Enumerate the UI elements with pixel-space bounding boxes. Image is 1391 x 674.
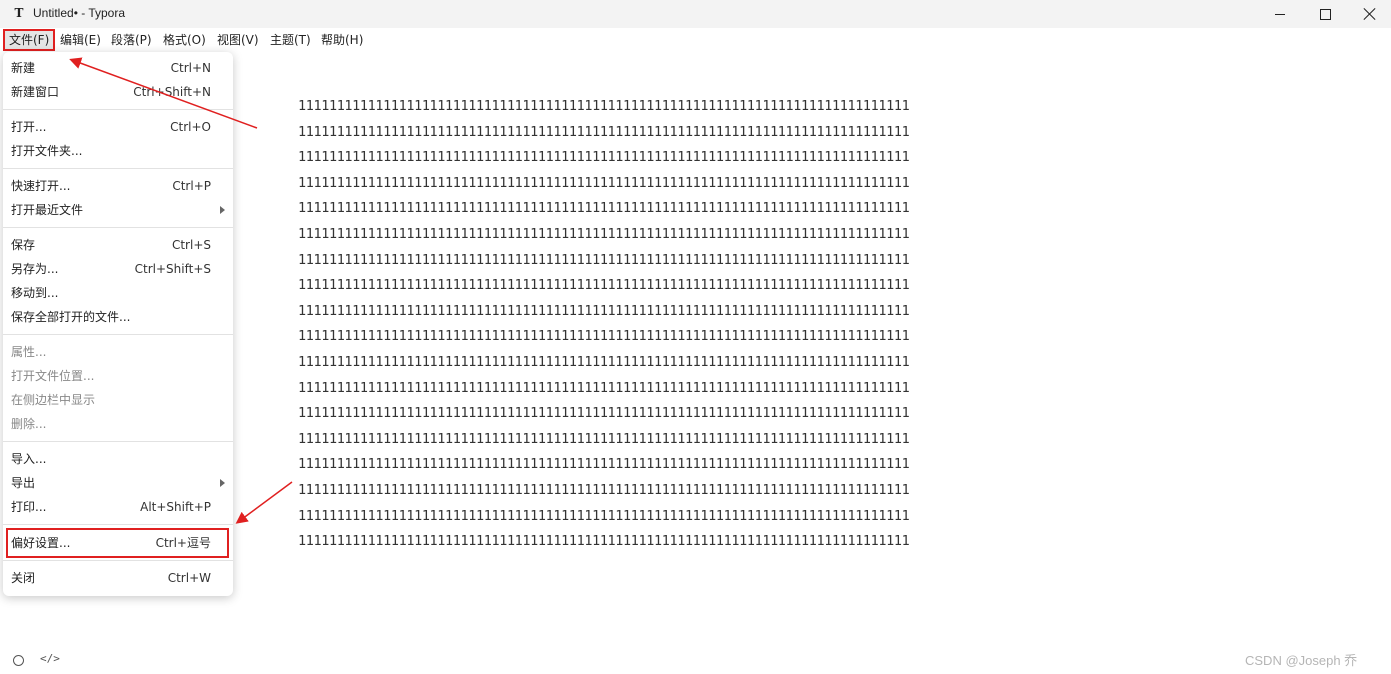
menu-item-label: 保存 [11,238,36,252]
menu-item-close[interactable]: 关闭 Ctrl+W [3,566,233,590]
submenu-arrow-icon [220,479,225,487]
menu-item-label: 新建 [11,61,36,75]
menu-separator [3,109,233,110]
menu-help[interactable]: 帮助(H) [317,31,367,49]
menu-item-shortcut: Ctrl+O [170,120,211,134]
minimize-button[interactable] [1257,0,1303,28]
menu-item-shortcut: Alt+Shift+P [140,500,211,514]
menu-item-open-folder[interactable]: 打开文件夹... [3,139,233,163]
minimize-icon [1275,13,1285,15]
menu-item-label: 打开最近文件 [11,203,84,217]
menu-separator [3,524,233,525]
status-bar: </> CSDN @Joseph 乔 [0,646,1391,674]
arrow-to-preferences [235,481,293,524]
menu-item-print[interactable]: 打印... Alt+Shift+P [3,495,233,519]
paragraph-line[interactable]: 1111111111111111111111111111111111111111… [298,171,1114,197]
menu-item-shortcut: Ctrl+S [171,238,211,252]
menu-item-reveal-in-sidebar: 在侧边栏中显示 [3,388,233,412]
menu-item-properties: 属性... [3,340,233,364]
menu-item-label: 删除... [11,417,47,431]
menu-item-save-all[interactable]: 保存全部打开的文件... [3,305,233,329]
paragraph-line[interactable]: 1111111111111111111111111111111111111111… [298,299,1114,325]
menu-format[interactable]: 格式(O) [159,31,210,49]
menu-item-open[interactable]: 打开... Ctrl+O [3,115,233,139]
paragraph-line[interactable]: 1111111111111111111111111111111111111111… [298,196,1114,222]
menu-item-label: 移动到... [11,286,59,300]
menu-view[interactable]: 视图(V) [213,31,263,49]
menu-item-open-recent[interactable]: 打开最近文件 [3,198,233,222]
menu-item-label: 属性... [11,345,47,359]
menu-item-label: 打开文件位置... [11,369,95,383]
menu-item-label: 另存为... [11,262,59,276]
source-code-toggle-icon[interactable]: </> [40,652,60,665]
menu-item-label: 关闭 [11,571,36,585]
menu-item-label: 导出 [11,476,36,490]
menu-separator [3,334,233,335]
menu-item-shortcut: Ctrl+Shift+S [134,262,211,276]
menu-item-new-window[interactable]: 新建窗口 Ctrl+Shift+N [3,80,233,104]
menu-paragraph[interactable]: 段落(P) [107,31,156,49]
menu-item-shortcut: Ctrl+P [172,179,211,193]
menu-theme[interactable]: 主题(T) [266,31,315,49]
menu-item-save[interactable]: 保存 Ctrl+S [3,233,233,257]
paragraph-line[interactable]: 1111111111111111111111111111111111111111… [298,222,1114,248]
editor-content[interactable]: 1111111111111111111111111111111111111111… [298,94,1118,555]
paragraph-line[interactable]: 1111111111111111111111111111111111111111… [298,350,1114,376]
menu-item-export[interactable]: 导出 [3,471,233,495]
paragraph-line[interactable]: 1111111111111111111111111111111111111111… [298,478,1114,504]
menu-item-save-as[interactable]: 另存为... Ctrl+Shift+S [3,257,233,281]
menu-item-label: 新建窗口 [11,85,60,99]
menu-item-label: 快速打开... [11,179,71,193]
paragraph-line[interactable]: 1111111111111111111111111111111111111111… [298,427,1114,453]
paragraph-line[interactable]: 1111111111111111111111111111111111111111… [298,273,1114,299]
close-button[interactable] [1347,0,1391,28]
menu-separator [3,441,233,442]
maximize-button[interactable] [1302,0,1348,28]
title-bar: T Untitled• - Typora [0,0,1391,28]
menu-item-shortcut: Ctrl+Shift+N [133,85,211,99]
menu-item-shortcut: Ctrl+W [167,571,211,585]
paragraph-line[interactable]: 1111111111111111111111111111111111111111… [298,452,1114,478]
menu-item-import[interactable]: 导入... [3,447,233,471]
typora-app-icon: T [14,6,24,20]
menu-item-label: 打印... [11,500,47,514]
menu-file[interactable]: 文件(F) [2,29,56,51]
menu-item-quick-open[interactable]: 快速打开... Ctrl+P [3,174,233,198]
paragraph-line[interactable]: 1111111111111111111111111111111111111111… [298,324,1114,350]
menu-item-label: 打开... [11,120,47,134]
file-dropdown-menu: 新建 Ctrl+N 新建窗口 Ctrl+Shift+N 打开... Ctrl+O… [3,52,233,596]
paragraph-line[interactable]: 1111111111111111111111111111111111111111… [298,504,1114,530]
menu-item-label: 保存全部打开的文件... [11,310,131,324]
paragraph-line[interactable]: 1111111111111111111111111111111111111111… [298,120,1114,146]
paragraph-line[interactable]: 1111111111111111111111111111111111111111… [298,248,1114,274]
window-title: Untitled• - Typora [33,6,126,20]
maximize-icon [1319,8,1331,20]
menu-separator [3,168,233,169]
paragraph-line[interactable]: 1111111111111111111111111111111111111111… [298,94,1114,120]
menu-item-move-to[interactable]: 移动到... [3,281,233,305]
menu-item-shortcut: Ctrl+N [170,61,211,75]
close-icon [1364,8,1376,20]
paragraph-line[interactable]: 1111111111111111111111111111111111111111… [298,401,1114,427]
menu-item-new[interactable]: 新建 Ctrl+N [3,56,233,80]
outline-toggle-icon[interactable] [13,655,24,666]
paragraph-line[interactable]: 1111111111111111111111111111111111111111… [298,376,1114,402]
submenu-arrow-icon [220,206,225,214]
menu-separator [3,227,233,228]
menu-edit[interactable]: 编辑(E) [56,31,105,49]
menu-item-open-file-location: 打开文件位置... [3,364,233,388]
paragraph-line[interactable]: 1111111111111111111111111111111111111111… [298,145,1114,171]
paragraph-line[interactable]: 1111111111111111111111111111111111111111… [298,529,1114,555]
menu-item-label: 导入... [11,452,47,466]
menu-item-delete: 删除... [3,412,233,436]
preferences-highlight-box [6,528,229,558]
menu-item-label: 打开文件夹... [11,144,83,158]
menu-separator [3,560,233,561]
menu-item-label: 在侧边栏中显示 [11,393,96,407]
watermark: CSDN @Joseph 乔 [1245,653,1358,668]
menu-bar: 文件(F) 编辑(E) 段落(P) 格式(O) 视图(V) 主题(T) 帮助(H… [0,28,1391,52]
